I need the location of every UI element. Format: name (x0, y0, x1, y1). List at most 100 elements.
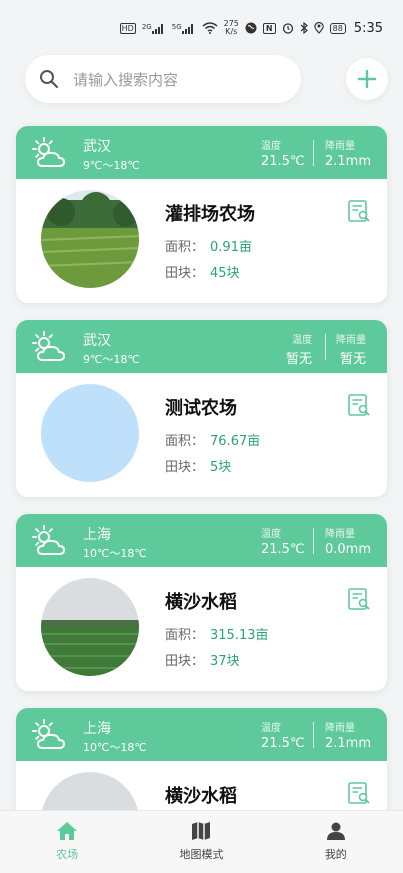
globe-icon (245, 22, 257, 34)
search-input[interactable]: 请输入搜索内容 (25, 55, 301, 103)
partly-cloudy-icon (32, 525, 66, 555)
area-label: 面积： (165, 240, 205, 255)
status-icons: HD 2G 5G 275 K/s N 88 5:35 (119, 20, 383, 36)
area-value: 0.91亩 (210, 240, 252, 255)
rainfall-value: 2.1mm (325, 736, 372, 751)
rainfall-stat: 降雨量 0.0mm (325, 525, 371, 557)
partly-cloudy-icon (32, 137, 66, 167)
report-search-icon[interactable] (347, 199, 371, 223)
temperature-value: 21.5℃ (261, 154, 305, 169)
weather-header: 武汉 9℃～18℃ 温度 21.5℃ 降雨量 2.1mm (16, 126, 387, 179)
bluetooth-icon (300, 22, 308, 34)
temperature-label: 温度 (261, 529, 281, 540)
farm-card[interactable]: 武汉 9℃～18℃ 温度 21.5℃ 降雨量 2.1mm 灌排场农场 面积： 0.… (16, 126, 387, 303)
wifi-icon (202, 22, 218, 34)
temperature-value: 21.5℃ (261, 542, 305, 557)
report-search-icon[interactable] (347, 781, 371, 805)
farm-area: 面积： 0.91亩 (165, 236, 252, 255)
battery-icon: 88 (329, 22, 346, 34)
area-label: 面积： (165, 434, 205, 449)
nav-tab-profile[interactable]: 我的 (269, 811, 403, 873)
user-icon (326, 822, 345, 840)
farm-photo (41, 190, 139, 288)
weather-header: 上海 10℃～18℃ 温度 21.5℃ 降雨量 0.0mm (16, 514, 387, 567)
weather-header: 上海 10℃～18℃ 温度 21.5℃ 降雨量 2.1mm (16, 708, 387, 761)
signal-2g-label: 2G (141, 22, 152, 31)
city-name: 武汉 (83, 333, 111, 349)
temp-range: 9℃～18℃ (83, 159, 140, 172)
farm-name: 测试农场 (165, 398, 237, 419)
search-placeholder: 请输入搜索内容 (73, 70, 179, 89)
status-bar: HD 2G 5G 275 K/s N 88 5:35 (0, 0, 403, 52)
stat-divider (313, 528, 314, 554)
nfc-icon: N (262, 22, 276, 34)
nav-tab-label: 地图模式 (179, 848, 224, 861)
farm-card[interactable]: 武汉 9℃～18℃ 温度 暂无 降雨量 暂无 测试农场 面积： 76.67亩 田块… (16, 320, 387, 497)
city-name: 上海 (83, 527, 111, 543)
plots-value: 5块 (210, 460, 232, 475)
alarm-icon (282, 22, 294, 34)
temperature-stat: 温度 21.5℃ (261, 525, 305, 557)
farm-name: 横沙水稻 (165, 786, 237, 807)
temperature-label: 温度 (261, 141, 281, 152)
rainfall-value: 暂无 (339, 352, 366, 367)
map-icon (192, 822, 211, 840)
temperature-stat: 温度 21.5℃ (261, 719, 305, 751)
report-search-icon[interactable] (347, 393, 371, 417)
temp-range: 10℃～18℃ (83, 547, 147, 560)
search-row: 请输入搜索内容 (25, 55, 388, 103)
rainfall-label: 降雨量 (325, 141, 355, 152)
location-icon (313, 22, 324, 34)
city-name: 武汉 (83, 139, 111, 155)
area-value: 76.67亩 (210, 434, 261, 449)
rainfall-value: 0.0mm (325, 542, 372, 557)
rainfall-stat: 降雨量 暂无 (336, 331, 366, 367)
temperature-label: 温度 (292, 335, 313, 346)
temp-range: 9℃～18℃ (83, 353, 140, 366)
farm-name: 灌排场农场 (165, 204, 255, 225)
farm-card[interactable]: 上海 10℃～18℃ 温度 21.5℃ 降雨量 0.0mm 横沙水稻 面积： 31… (16, 514, 387, 691)
farm-plots: 田块： 37块 (165, 650, 240, 669)
weather-header: 武汉 9℃～18℃ 温度 暂无 降雨量 暂无 (16, 320, 387, 373)
network-speed-unit: K/s (225, 27, 238, 36)
nav-tab-label: 我的 (324, 848, 347, 861)
partly-cloudy-icon (32, 719, 66, 749)
farm-plots: 田块： 45块 (165, 262, 240, 281)
nav-tab-farm[interactable]: 农场 (0, 811, 134, 873)
network-speed: 275 K/s (224, 20, 239, 36)
plus-icon (357, 69, 377, 89)
rainfall-label: 降雨量 (325, 723, 355, 734)
temperature-value: 21.5℃ (261, 736, 305, 751)
report-search-icon[interactable] (347, 587, 371, 611)
rainfall-label: 降雨量 (325, 529, 355, 540)
farm-photo (41, 578, 139, 676)
stat-divider (313, 722, 314, 748)
plots-label: 田块： (165, 460, 205, 475)
farm-photo-placeholder (41, 384, 139, 482)
add-farm-button[interactable] (346, 58, 388, 100)
signal-5g-label: 5G (171, 22, 182, 31)
partly-cloudy-icon (32, 331, 66, 361)
plots-label: 田块： (165, 266, 205, 281)
temp-range: 10℃～18℃ (83, 741, 147, 754)
rainfall-label: 降雨量 (336, 335, 366, 346)
farm-plots: 田块： 5块 (165, 456, 231, 475)
rainfall-stat: 降雨量 2.1mm (325, 137, 371, 169)
farm-area: 面积： 76.67亩 (165, 430, 260, 449)
city-name: 上海 (83, 721, 111, 737)
status-time: 5:35 (353, 20, 383, 36)
search-icon (39, 69, 59, 89)
bottom-nav: 农场 地图模式 我的 (0, 810, 403, 873)
home-icon (57, 822, 78, 840)
plots-value: 45块 (210, 266, 240, 281)
signal-2g-icon: 2G (142, 23, 166, 34)
plots-value: 37块 (210, 654, 240, 669)
nav-tab-map[interactable]: 地图模式 (134, 811, 268, 873)
temperature-stat: 温度 21.5℃ (261, 137, 305, 169)
rainfall-value: 2.1mm (325, 154, 372, 169)
signal-5g-icon: 5G (172, 23, 196, 34)
nav-tab-label: 农场 (56, 848, 79, 861)
area-label: 面积： (165, 628, 205, 643)
temperature-stat: 温度 暂无 (286, 331, 312, 367)
rainfall-stat: 降雨量 2.1mm (325, 719, 371, 751)
